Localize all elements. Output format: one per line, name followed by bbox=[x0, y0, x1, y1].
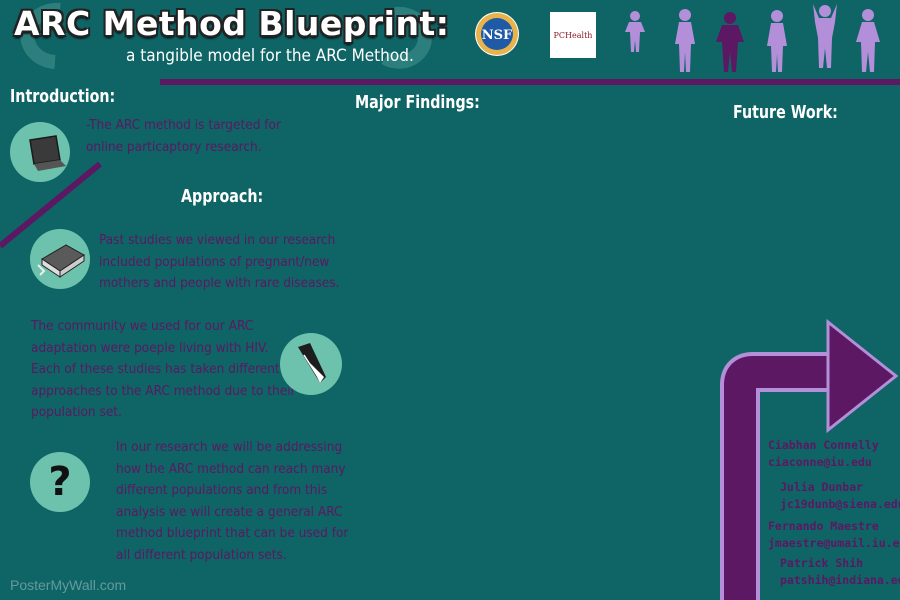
introduction-line: -The ARC method is targeted for bbox=[86, 117, 281, 133]
approach-line: In our research we will be addressing bbox=[116, 439, 343, 455]
major-findings-heading: Major Findings: bbox=[355, 92, 480, 113]
contact-email: jc19dunb@siena.edu bbox=[780, 497, 900, 511]
approach-line: analysis we will create a general ARC bbox=[116, 503, 343, 520]
contact-block: Fernando Maestre jmaestre@umail.iu.edu bbox=[768, 518, 900, 552]
contact-block: Patrick Shih patshih@indiana.edu bbox=[780, 555, 900, 589]
approach-line: approaches to the ARC method due to thei… bbox=[31, 382, 296, 399]
contact-email: jmaestre@umail.iu.edu bbox=[768, 536, 900, 550]
approach-paragraph-2: The community we used for our ARC adapta… bbox=[31, 316, 296, 424]
watermark: PosterMyWall.com bbox=[10, 577, 127, 593]
contact-name: Fernando Maestre bbox=[768, 519, 879, 533]
approach-line: included populations of pregnant/new bbox=[99, 253, 330, 270]
approach-line: method blueprint that can be used for bbox=[116, 525, 349, 541]
approach-paragraph-3: In our research we will be addressing ho… bbox=[116, 437, 348, 566]
laptop-icon bbox=[10, 122, 70, 182]
approach-paragraph-1: Past studies we viewed in our research i… bbox=[99, 230, 340, 295]
contact-block: Ciabhan Connelly ciaconne@iu.edu bbox=[768, 437, 879, 471]
approach-line: how the ARC method can reach many bbox=[116, 460, 346, 477]
introduction-heading: Introduction: bbox=[10, 86, 116, 107]
contact-name: Ciabhan Connelly bbox=[768, 438, 879, 452]
contact-name: Patrick Shih bbox=[780, 556, 864, 570]
introduction-line: online particaptory research. bbox=[86, 138, 262, 155]
contact-block: Julia Dunbar jc19dunb@siena.edu bbox=[780, 479, 900, 513]
book-icon bbox=[30, 229, 90, 289]
approach-line: all different population sets. bbox=[116, 546, 287, 563]
contact-name: Julia Dunbar bbox=[780, 480, 864, 494]
future-work-heading: Future Work: bbox=[733, 102, 838, 123]
introduction-text: -The ARC method is targeted for online p… bbox=[86, 115, 281, 158]
question-mark-icon: ? bbox=[30, 452, 90, 512]
pen-nib-icon bbox=[280, 333, 342, 395]
question-mark-glyph: ? bbox=[48, 459, 72, 505]
approach-line: Each of these studies has taken differen… bbox=[31, 361, 280, 377]
contact-email: ciaconne@iu.edu bbox=[768, 455, 872, 469]
contact-email: patshih@indiana.edu bbox=[780, 573, 900, 587]
approach-line: different populations and from this bbox=[116, 482, 328, 498]
approach-line: population set. bbox=[31, 404, 122, 420]
approach-line: Past studies we viewed in our research bbox=[99, 232, 336, 248]
approach-line: adaptation were poeple living with HIV. bbox=[31, 339, 269, 356]
approach-heading: Approach: bbox=[181, 186, 264, 207]
approach-line: mothers and people with rare diseases. bbox=[99, 275, 340, 291]
approach-line: The community we used for our ARC bbox=[31, 318, 254, 334]
